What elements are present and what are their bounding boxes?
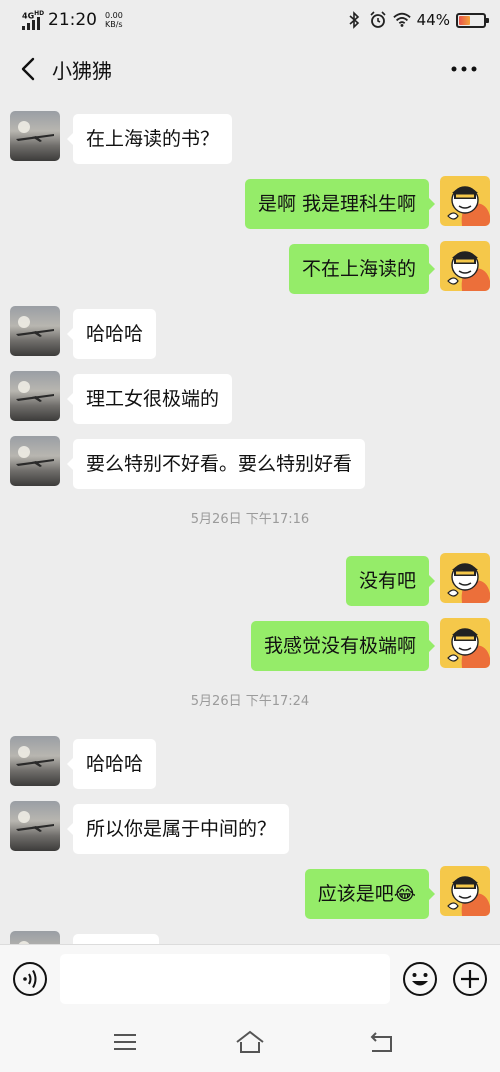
received-message — [0, 928, 500, 944]
sent-message: 应该是吧😂 — [0, 863, 500, 919]
received-message: 理工女很极端的 — [0, 368, 500, 424]
more-icon — [451, 66, 477, 72]
my-avatar[interactable] — [440, 241, 490, 291]
menu-icon — [114, 1034, 136, 1050]
voice-button[interactable] — [12, 961, 48, 997]
contact-avatar[interactable] — [10, 371, 60, 421]
contact-avatar[interactable] — [10, 436, 60, 486]
contact-avatar[interactable] — [10, 111, 60, 161]
home-icon — [236, 1030, 264, 1053]
chat-title: 小狒狒 — [52, 58, 112, 83]
more-functions-button[interactable] — [452, 961, 488, 997]
message-bubble[interactable]: 我感觉没有极端啊 — [250, 621, 436, 671]
message-bubble[interactable]: 没有吧 — [345, 556, 436, 606]
battery-percent: 44% — [416, 11, 450, 29]
received-message: 所以你是属于中间的？ — [0, 798, 500, 854]
wifi-icon — [392, 11, 411, 29]
system-navigation — [0, 1012, 500, 1072]
contact-avatar[interactable] — [10, 306, 60, 356]
input-bar — [0, 944, 500, 1012]
received-message: 哈哈哈 — [0, 733, 500, 789]
status-bar: 4GHD 21:20 0.00 KB/s 44% — [0, 0, 500, 40]
more-button[interactable] — [444, 49, 484, 89]
contact-avatar[interactable] — [10, 931, 60, 944]
chat-header: 小狒狒 — [0, 40, 500, 98]
network-speed: 0.00 KB/s — [105, 11, 123, 29]
contact-avatar[interactable] — [10, 736, 60, 786]
message-bubble[interactable]: 不在上海读的 — [288, 244, 436, 294]
sent-message: 不在上海读的 — [0, 238, 500, 294]
status-left: 4GHD 21:20 0.00 KB/s — [22, 9, 123, 31]
message-bubble[interactable]: 应该是吧😂 — [304, 869, 436, 919]
voice-icon — [13, 962, 47, 996]
my-avatar[interactable] — [440, 553, 490, 603]
message-timestamp: 5月26日 下午17:24 — [190, 694, 310, 709]
plus-icon — [453, 962, 487, 996]
message-bubble[interactable] — [73, 934, 159, 944]
signal-icon: 4GHD — [22, 9, 45, 31]
bluetooth-icon — [345, 11, 363, 29]
my-avatar[interactable] — [440, 866, 490, 916]
contact-avatar[interactable] — [10, 801, 60, 851]
clock: 21:20 — [48, 10, 97, 30]
chevron-left-icon — [21, 57, 35, 81]
sent-message: 没有吧 — [0, 550, 500, 606]
received-message: 哈哈哈 — [0, 303, 500, 359]
speed-value: 0.00 — [105, 11, 123, 20]
emoji-icon — [403, 962, 437, 996]
speed-unit: KB/s — [105, 20, 123, 29]
status-right: 44% — [345, 11, 489, 29]
network-badge: HD — [34, 10, 45, 17]
message-bubble[interactable]: 在上海读的书？ — [66, 114, 233, 164]
my-avatar[interactable] — [440, 176, 490, 226]
message-input[interactable] — [60, 954, 390, 1004]
message-bubble[interactable]: 所以你是属于中间的？ — [66, 804, 290, 854]
message-bubble[interactable]: 要么特别不好看。要么特别好看 — [66, 439, 366, 489]
back-icon — [370, 1032, 392, 1052]
battery-level — [459, 15, 470, 25]
alarm-icon — [369, 11, 387, 29]
sent-message: 我感觉没有极端啊 — [0, 615, 500, 671]
system-back-button[interactable] — [366, 1028, 396, 1056]
received-message: 在上海读的书？ — [0, 108, 500, 164]
battery-icon — [456, 12, 489, 28]
received-message: 要么特别不好看。要么特别好看 — [0, 433, 500, 489]
message-bubble[interactable]: 哈哈哈 — [66, 309, 157, 359]
message-bubble[interactable]: 理工女很极端的 — [66, 374, 233, 424]
message-bubble[interactable]: 哈哈哈 — [66, 739, 157, 789]
back-button[interactable] — [6, 47, 50, 91]
sent-message: 是啊 我是理科生啊 — [0, 173, 500, 229]
message-bubble[interactable]: 是啊 我是理科生啊 — [244, 179, 436, 229]
menu-button[interactable] — [110, 1028, 140, 1056]
message-timestamp: 5月26日 下午17:16 — [190, 512, 310, 527]
emoji-button[interactable] — [402, 961, 438, 997]
home-button[interactable] — [234, 1028, 264, 1056]
my-avatar[interactable] — [440, 618, 490, 668]
message-list[interactable]: 在上海读的书？ 是啊 我是理科生啊 不在上海读的 哈哈哈 理工女很极端的 要么特别不好看。… — [0, 98, 500, 944]
